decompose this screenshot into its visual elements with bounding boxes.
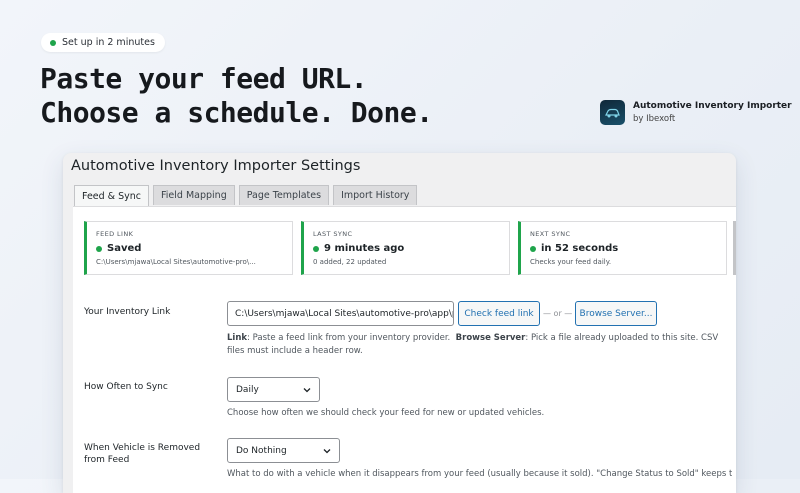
tab-feed-sync[interactable]: Feed & Sync xyxy=(74,185,150,206)
card-value: 9 minutes ago xyxy=(324,243,405,254)
check-feed-link-button[interactable]: Check feed link xyxy=(458,301,540,326)
chevron-down-icon xyxy=(303,387,311,392)
setup-badge-text: Set up in 2 minutes xyxy=(62,37,155,48)
tab-import-history[interactable]: Import History xyxy=(333,185,418,205)
tab-page-templates[interactable]: Page Templates xyxy=(238,185,330,205)
inventory-link-help: Link: Paste a feed link from your invent… xyxy=(227,332,727,358)
removed-vehicle-value: Do Nothing xyxy=(236,445,287,456)
card-value: in 52 seconds xyxy=(541,243,619,254)
sync-frequency-label: How Often to Sync xyxy=(84,382,168,392)
headline-line-2: Choose a schedule. Done. xyxy=(40,96,433,129)
setup-badge: Set up in 2 minutes xyxy=(41,33,165,52)
settings-tabs: Feed & Sync Field Mapping Page Templates… xyxy=(74,185,418,206)
help-browse-label: Browse Server xyxy=(455,333,526,343)
status-dot-icon xyxy=(50,39,56,46)
feed-link-card: FEED LINK Saved C:\Users\mjawa\Local Sit… xyxy=(84,221,293,275)
plugin-logo-icon xyxy=(600,100,625,125)
status-dot-icon xyxy=(96,245,102,252)
cards-scroll-edge[interactable] xyxy=(733,221,736,275)
help-link-label: Link xyxy=(227,333,248,343)
sync-frequency-help: Choose how often we should check your fe… xyxy=(227,408,545,418)
removed-vehicle-label: When Vehicle is Removed from Feed xyxy=(84,443,201,465)
card-value-row: 9 minutes ago xyxy=(313,243,500,254)
sync-frequency-select[interactable]: Daily xyxy=(227,377,320,402)
card-label: NEXT SYNC xyxy=(530,230,571,238)
settings-window: Automotive Inventory Importer Settings F… xyxy=(63,153,736,493)
status-dot-icon xyxy=(313,245,319,252)
card-label: FEED LINK xyxy=(96,230,134,238)
sync-frequency-value: Daily xyxy=(236,384,259,395)
card-value: Saved xyxy=(107,243,142,254)
card-label: LAST SYNC xyxy=(313,230,353,238)
card-subtext: 0 added, 22 updated xyxy=(313,258,387,266)
card-subtext: C:\Users\mjawa\Local Sites\automotive-pr… xyxy=(96,258,256,266)
chevron-down-icon xyxy=(323,448,331,453)
hero-headline: Paste your feed URL. Choose a schedule. … xyxy=(40,62,433,130)
card-value-row: Saved xyxy=(96,243,283,254)
card-subtext: Checks your feed daily. xyxy=(530,258,612,266)
next-sync-card: NEXT SYNC in 52 seconds Checks your feed… xyxy=(518,221,727,275)
or-separator: — or — xyxy=(543,309,573,318)
plugin-author: by Ibexoft xyxy=(633,114,676,124)
inventory-link-input[interactable]: C:\Users\mjawa\Local Sites\automotive-pr… xyxy=(227,301,454,326)
feed-sync-panel: FEED LINK Saved C:\Users\mjawa\Local Sit… xyxy=(73,206,736,493)
last-sync-card: LAST SYNC 9 minutes ago 0 added, 22 upda… xyxy=(301,221,510,275)
tab-field-mapping[interactable]: Field Mapping xyxy=(153,185,235,205)
inventory-link-label: Your Inventory Link xyxy=(84,307,171,317)
card-value-row: in 52 seconds xyxy=(530,243,717,254)
headline-line-1: Paste your feed URL. xyxy=(40,62,368,95)
help-link-text: : Paste a feed link from your inventory … xyxy=(247,333,451,343)
status-dot-icon xyxy=(530,245,536,252)
plugin-name: Automotive Inventory Importer xyxy=(633,101,792,111)
browse-server-button[interactable]: Browse Server... xyxy=(575,301,657,326)
plugin-brand: Automotive Inventory Importer by Ibexoft xyxy=(600,100,792,125)
removed-vehicle-help: What to do with a vehicle when it disapp… xyxy=(227,469,732,479)
removed-vehicle-select[interactable]: Do Nothing xyxy=(227,438,340,463)
settings-title: Automotive Inventory Importer Settings xyxy=(71,158,361,174)
